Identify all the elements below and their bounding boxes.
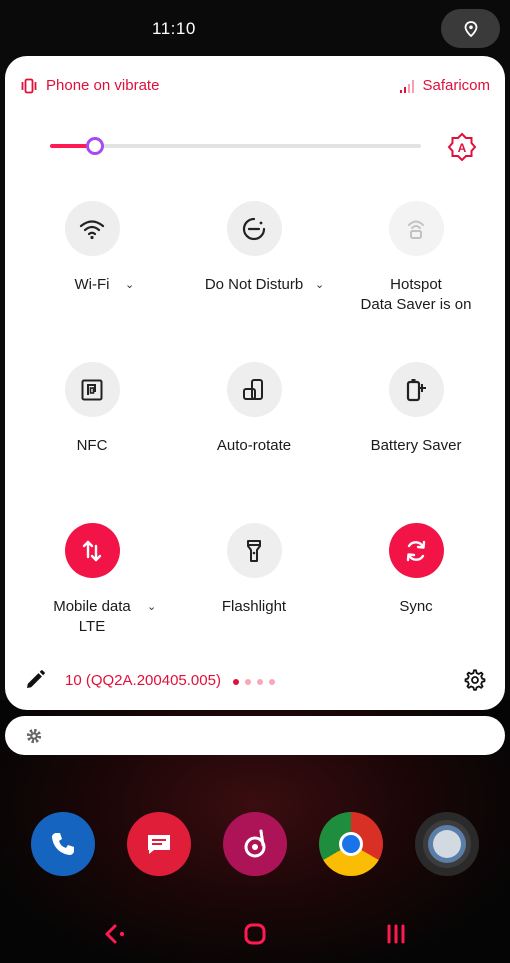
- svg-text:A: A: [458, 141, 467, 155]
- app-dock: [0, 812, 510, 882]
- tile-auto-rotate[interactable]: Auto-rotate: [174, 362, 334, 456]
- pencil-icon: [27, 670, 45, 688]
- battery-saver-icon: [406, 378, 426, 401]
- music-icon: [244, 829, 266, 858]
- carrier-name: Safaricom: [422, 77, 490, 94]
- chevron-down-icon[interactable]: ⌄: [125, 275, 134, 295]
- tile-mobile-data[interactable]: Mobile data ⌄ LTE: [12, 523, 172, 637]
- messages-icon: [148, 835, 170, 854]
- auto-rotate-tile-button[interactable]: [226, 362, 282, 417]
- sync-tile-button[interactable]: [388, 523, 444, 578]
- brightness-thumb[interactable]: [86, 137, 104, 155]
- battery-saver-tile-button[interactable]: [388, 362, 444, 417]
- page-dot: [269, 679, 275, 685]
- sync-label: Sync: [399, 598, 433, 615]
- tile-nfc[interactable]: NFC: [12, 362, 172, 456]
- auto-brightness-button[interactable]: A: [447, 132, 477, 162]
- qs-footer: 10 (QQ2A.200405.005): [5, 666, 505, 696]
- flashlight-tile-button[interactable]: [226, 523, 282, 578]
- camera-icon: [423, 820, 471, 868]
- messages-app[interactable]: [127, 812, 191, 876]
- tile-flashlight[interactable]: Flashlight: [174, 523, 334, 617]
- gear-icon: [26, 728, 42, 743]
- back-button[interactable]: [99, 919, 129, 949]
- page-dot: [257, 679, 263, 685]
- wifi-tile-button[interactable]: [64, 201, 120, 256]
- location-pin-icon: [464, 20, 477, 37]
- chrome-app[interactable]: [319, 812, 383, 876]
- vibrate-icon: [21, 78, 37, 93]
- phone-app[interactable]: [31, 812, 95, 876]
- tile-hotspot[interactable]: Hotspot Data Saver is on: [336, 201, 496, 315]
- flashlight-label: Flashlight: [221, 598, 287, 615]
- music-app[interactable]: [223, 812, 287, 876]
- nfc-tile-button[interactable]: [64, 362, 120, 417]
- back-icon: [105, 924, 125, 944]
- hotspot-tile-button[interactable]: [388, 201, 444, 256]
- camera-app[interactable]: [415, 812, 479, 876]
- home-icon: [244, 923, 266, 945]
- qs-header: Phone on vibrate Safaricom: [5, 74, 505, 102]
- chevron-down-icon[interactable]: ⌄: [147, 597, 156, 617]
- dnd-label: Do Not Disturb: [204, 276, 304, 293]
- status-bar: 11:10: [0, 0, 510, 56]
- brightness-slider-row: A: [5, 132, 505, 162]
- tile-wifi[interactable]: Wi-Fi ⌄: [12, 201, 172, 295]
- chrome-icon: [339, 832, 363, 856]
- page-dot: [233, 679, 239, 685]
- auto-rotate-label: Auto-rotate: [216, 437, 292, 454]
- hotspot-sublabel: Data Saver is on: [360, 296, 472, 313]
- mobile-data-icon: [82, 540, 102, 561]
- do-not-disturb-icon: [242, 217, 266, 240]
- hotspot-icon: [408, 220, 424, 239]
- wifi-label: Wi-Fi: [74, 276, 110, 293]
- chevron-down-icon[interactable]: ⌄: [315, 275, 324, 295]
- location-indicator[interactable]: [441, 9, 500, 48]
- mobile-data-tile-button[interactable]: [64, 523, 120, 578]
- recents-icon: [387, 924, 405, 944]
- auto-brightness-icon: A: [447, 132, 477, 162]
- page-dot: [245, 679, 251, 685]
- tile-do-not-disturb[interactable]: Do Not Disturb ⌄: [174, 201, 334, 295]
- notification-settings-bar[interactable]: [5, 716, 505, 755]
- edit-tiles-button[interactable]: [24, 669, 46, 691]
- flashlight-icon: [247, 539, 261, 562]
- ringer-status-label: Phone on vibrate: [46, 77, 160, 94]
- battery-saver-label: Battery Saver: [370, 437, 462, 454]
- nfc-label: NFC: [76, 437, 108, 454]
- wifi-icon: [79, 219, 105, 239]
- nfc-icon: [81, 379, 103, 400]
- mobile-data-sublabel: LTE: [78, 618, 106, 635]
- navigation-bar: [0, 905, 510, 963]
- page-indicator: [233, 679, 275, 685]
- mobile-data-label: Mobile data: [53, 598, 131, 615]
- recents-button[interactable]: [381, 919, 411, 949]
- ringer-status[interactable]: Phone on vibrate: [20, 77, 159, 94]
- build-number[interactable]: 10 (QQ2A.200405.005): [65, 672, 221, 689]
- sync-icon: [406, 540, 426, 561]
- clock: 11:10: [152, 19, 196, 38]
- hotspot-label: Hotspot: [390, 276, 442, 293]
- tile-sync[interactable]: Sync: [336, 523, 496, 617]
- tile-battery-saver[interactable]: Battery Saver: [336, 362, 496, 456]
- auto-rotate-icon: [243, 378, 263, 400]
- settings-button[interactable]: [463, 668, 487, 692]
- brightness-slider[interactable]: [50, 144, 421, 148]
- gear-icon: [464, 669, 486, 691]
- carrier-status[interactable]: Safaricom: [399, 77, 490, 94]
- home-button[interactable]: [240, 919, 270, 949]
- dnd-tile-button[interactable]: [226, 201, 282, 256]
- signal-icon: [400, 79, 415, 93]
- phone-icon: [52, 833, 74, 855]
- quick-settings-panel: Phone on vibrate Safaricom A Wi-Fi ⌄ Do …: [5, 56, 505, 710]
